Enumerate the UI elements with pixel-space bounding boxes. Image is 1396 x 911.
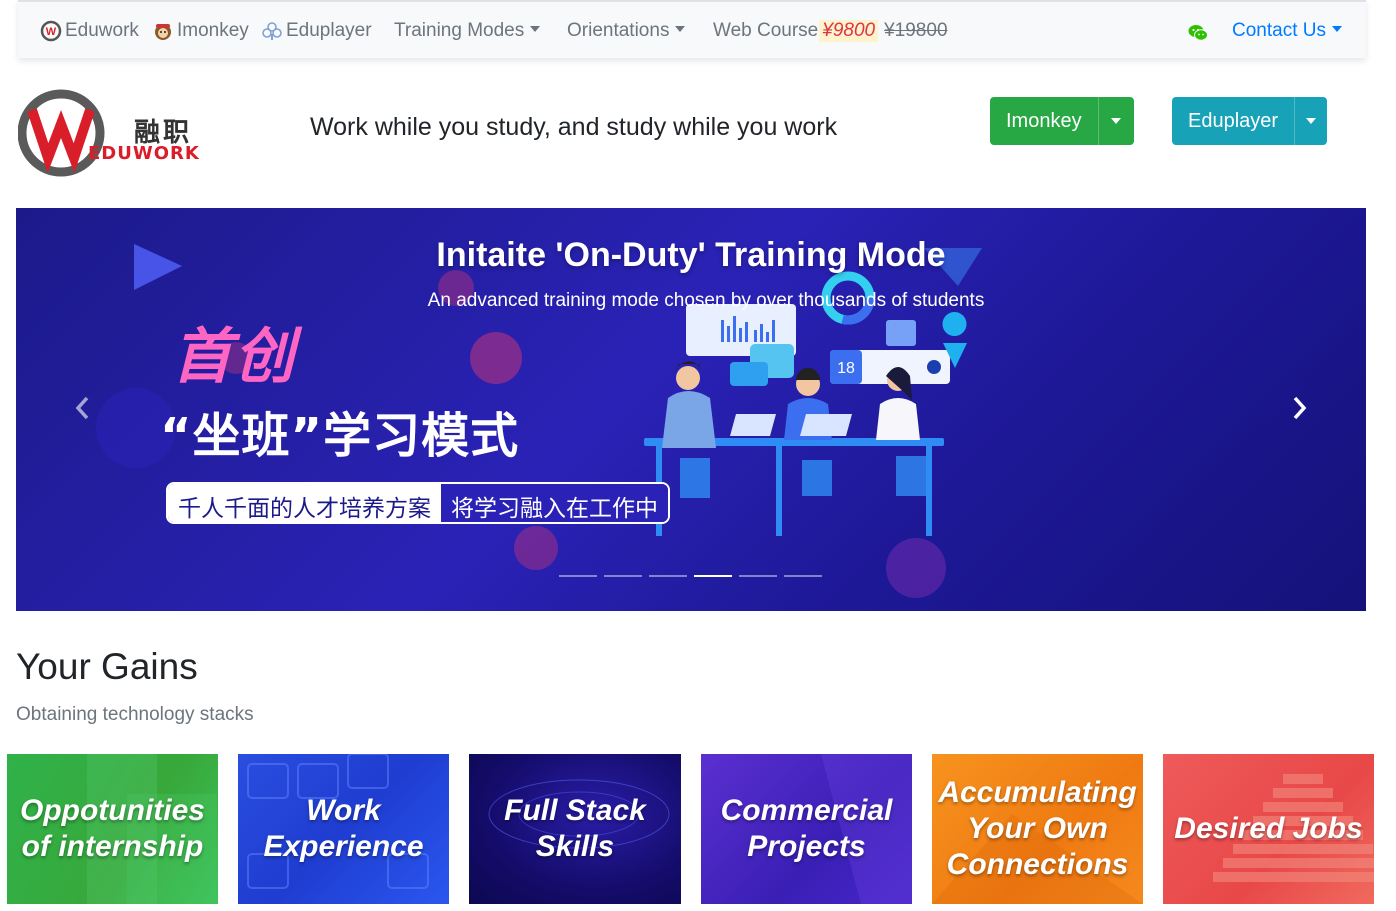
gain-card-label: Commercial Projects [720, 794, 893, 863]
banner-cn-tag: 千人千面的人才培养方案 将学习融入在工作中 [166, 482, 670, 524]
chevron-left-icon [75, 396, 89, 420]
carousel-indicator[interactable] [649, 575, 687, 577]
nav-imonkey-link[interactable]: Imonkey [152, 20, 249, 42]
hero-carousel[interactable]: 18 Initaite 'On-Duty' Training Mode An a… [16, 208, 1366, 611]
monkey-icon [155, 24, 171, 40]
carousel-title: Initaite 'On-Duty' Training Mode [436, 236, 946, 274]
nav-eduplayer-link[interactable]: Eduplayer [261, 20, 372, 42]
gain-card-internship[interactable]: Oppotunities of internship [7, 754, 218, 904]
nav-eduwork-link[interactable]: W Eduwork [40, 20, 139, 42]
carousel-indicator[interactable] [604, 575, 642, 577]
eduplayer-dropdown-toggle[interactable] [1294, 97, 1327, 145]
logo-text-en: EDUWORK [88, 143, 200, 164]
carousel-indicator[interactable] [559, 575, 597, 577]
nav-imonkey-label: Imonkey [177, 20, 249, 41]
gains-title: Your Gains [16, 646, 198, 687]
gain-card-label: Accumulating Your Own Connections [938, 776, 1137, 881]
wechat-button[interactable] [1187, 22, 1212, 44]
chevron-down-icon [530, 26, 541, 32]
header-slogan: Work while you study, and study while yo… [310, 113, 838, 141]
imonkey-dropdown-toggle[interactable] [1097, 97, 1134, 145]
carousel-indicator[interactable] [739, 575, 777, 577]
gain-card-full-stack[interactable]: Full Stack Skills [469, 754, 681, 904]
nav-eduplayer-label: Eduplayer [286, 20, 372, 41]
imonkey-button-label: Imonkey [1006, 109, 1082, 132]
chevron-down-icon [1331, 26, 1342, 32]
eduplayer-button-label: Eduplayer [1188, 109, 1279, 132]
price-old: ¥19800 [884, 20, 948, 41]
eduplayer-dropdown-button[interactable]: Eduplayer [1172, 97, 1327, 145]
chevron-right-icon [1293, 396, 1307, 420]
nav-training-modes-label: Training Modes [394, 20, 525, 41]
top-navbar: W Eduwork Imonkey Eduplayer Training Mod… [18, 0, 1366, 58]
calendar-number: 18 [837, 360, 855, 377]
gain-card-label: Work Experience [263, 794, 424, 863]
gain-card-work-experience[interactable]: Work Experience [238, 754, 449, 904]
banner-cn-tag-left: 千人千面的人才培养方案 [168, 484, 441, 522]
imonkey-dropdown-button[interactable]: Imonkey [990, 97, 1134, 145]
svg-text:W: W [46, 26, 57, 38]
gain-card-label: Oppotunities of internship [20, 794, 205, 863]
chevron-down-icon [1306, 118, 1317, 124]
gain-card-desired-jobs[interactable]: Desired Jobs [1163, 754, 1374, 904]
carousel-indicators [559, 575, 822, 577]
price-new: ¥9800 [819, 20, 879, 42]
banner-cn-tag-right: 将学习融入在工作中 [441, 484, 668, 522]
banner-cn-subheadline: “坐班”学习模式 [160, 408, 520, 464]
gain-card-connections[interactable]: Accumulating Your Own Connections [932, 754, 1143, 904]
nav-web-course-label: Web Course [713, 20, 819, 41]
eduwork-logo[interactable]: 融职 EDUWORK [17, 88, 208, 178]
eduwork-logo-icon: W [40, 20, 62, 42]
chevron-down-icon [675, 26, 686, 32]
gain-card-label: Full Stack Skills [504, 794, 646, 863]
nav-orientations-dropdown[interactable]: Orientations [567, 20, 686, 42]
gain-card-commercial-projects[interactable]: Commercial Projects [701, 754, 912, 904]
nav-eduwork-label: Eduwork [65, 20, 139, 41]
wechat-icon [1188, 25, 1208, 41]
banner-cn-headline: 首创 [172, 322, 296, 392]
carousel-prev-button[interactable] [68, 393, 98, 423]
nav-training-modes-dropdown[interactable]: Training Modes [394, 20, 541, 42]
carousel-next-button[interactable] [1284, 393, 1314, 423]
nav-orientations-label: Orientations [567, 20, 670, 41]
gain-card-label: Desired Jobs [1174, 812, 1363, 845]
eduplayer-icon [262, 22, 282, 40]
carousel-indicator[interactable] [784, 575, 822, 577]
carousel-indicator-active[interactable] [694, 575, 732, 577]
nav-contact-dropdown[interactable]: Contact Us [1232, 20, 1342, 42]
nav-web-course-link[interactable]: Web Course ¥9800 ¥19800 [713, 20, 948, 42]
gains-subtitle: Obtaining technology stacks [16, 704, 254, 725]
nav-contact-label: Contact Us [1232, 20, 1326, 41]
chevron-down-icon [1111, 118, 1122, 124]
